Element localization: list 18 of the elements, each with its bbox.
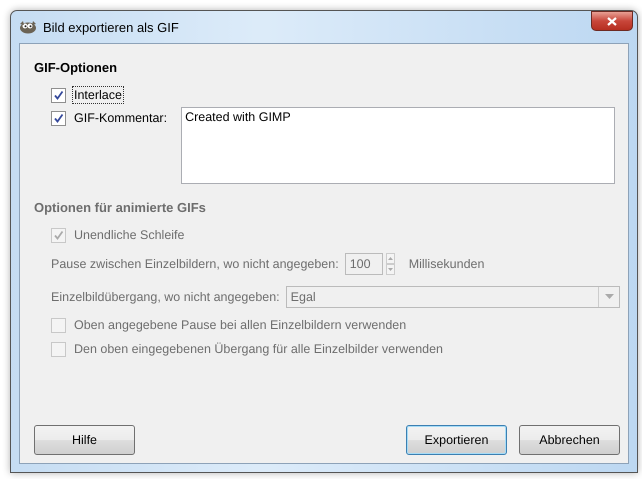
unit-label: Millisekunden bbox=[408, 256, 484, 270]
close-button[interactable] bbox=[591, 11, 633, 31]
field-label: Pause zwischen Einzelbildern, wo nicht angegeben: bbox=[51, 256, 339, 270]
field-label: Einzelbildübergang, wo nicht angegeben: bbox=[51, 290, 280, 304]
section-heading: GIF-Optionen bbox=[34, 60, 118, 75]
checkbox[interactable] bbox=[51, 88, 66, 102]
comment-field[interactable]: Created with GIMP bbox=[181, 107, 616, 184]
dialog-button[interactable]: Abbrechen bbox=[519, 425, 620, 455]
checkbox-label[interactable]: Interlace bbox=[72, 86, 124, 104]
checkbox-label[interactable]: GIF-Kommentar: bbox=[72, 109, 170, 127]
close-icon bbox=[607, 16, 617, 26]
app-icon bbox=[19, 20, 37, 34]
checkbox[interactable] bbox=[51, 110, 66, 126]
dialog-button[interactable]: Exportieren bbox=[406, 425, 507, 455]
section-heading: Optionen für animierte GIFs bbox=[34, 200, 207, 215]
dialog-button[interactable]: Hilfe bbox=[34, 425, 135, 455]
window-title: Bild exportieren als GIF bbox=[43, 20, 179, 34]
dropdown-arrow-icon bbox=[604, 294, 614, 299]
